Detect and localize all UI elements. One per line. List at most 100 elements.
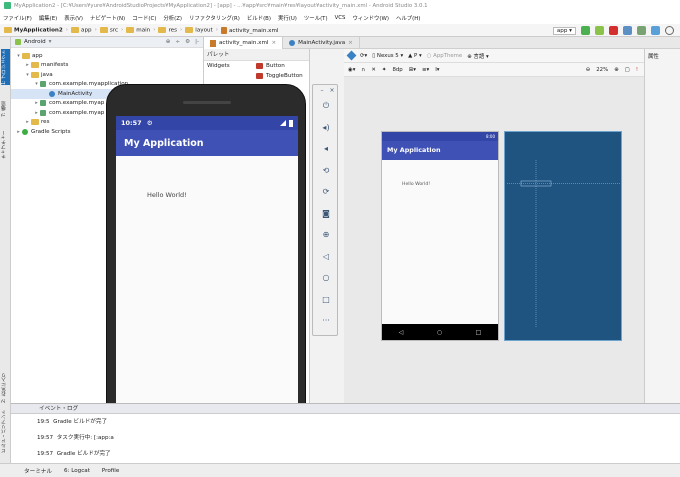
orientation-icon[interactable]: ⟳▾ — [360, 53, 367, 59]
folder-icon — [31, 62, 39, 69]
close-tab-icon[interactable]: × — [271, 40, 276, 46]
avd-manager-icon[interactable] — [637, 26, 646, 35]
chevron-right-icon[interactable]: ▸ — [24, 119, 31, 125]
menu-item[interactable]: ツール(T) — [304, 14, 328, 22]
tool-tab-structure[interactable]: 7: 構造 — [1, 95, 10, 117]
tree-item[interactable]: ▸ manifests — [11, 61, 203, 71]
debug-icon[interactable] — [595, 26, 604, 35]
breadcrumb-layout[interactable]: layout — [185, 26, 213, 33]
tree-item[interactable]: ▾ java — [11, 70, 203, 80]
breadcrumb-src[interactable]: src — [99, 26, 118, 33]
warnings-icon[interactable]: ! — [636, 67, 638, 73]
chevron-right-icon[interactable]: ▸ — [33, 110, 40, 116]
rotate-right-icon[interactable]: ⟳ — [320, 186, 332, 198]
theme-selector[interactable]: ○ AppTheme — [427, 53, 463, 59]
more-icon[interactable]: ··· — [320, 315, 332, 327]
eye-icon[interactable]: ◉▾ — [348, 67, 355, 73]
breadcrumb-file[interactable]: activity_main.xml — [221, 26, 278, 34]
run-icon[interactable] — [581, 26, 590, 35]
project-view-selector[interactable]: Android — [24, 39, 46, 45]
close-tab-icon[interactable]: × — [348, 40, 353, 46]
menu-item[interactable]: 編集(E) — [39, 14, 57, 22]
breadcrumb-main[interactable]: main — [126, 26, 150, 33]
chevron-down-icon[interactable]: ▾ — [33, 81, 40, 87]
editor-tab[interactable]: activity_main.xml × — [204, 37, 284, 49]
chevron-down-icon[interactable]: ▾ — [15, 53, 22, 59]
zoom-in-icon[interactable]: ⊕ — [614, 67, 619, 73]
zoom-fit-icon[interactable]: ▢ — [625, 67, 630, 73]
tool-tab-project[interactable]: 1: プロジェクト — [1, 49, 10, 85]
volume-up-icon[interactable]: ◂) — [320, 122, 332, 134]
sync-files-icon[interactable]: ⊕ — [166, 39, 171, 45]
close-icon[interactable]: × — [326, 85, 338, 97]
device-selector[interactable]: ▯ Nexus 5 ▾ — [372, 53, 403, 59]
tool-tab-captures[interactable]: キャプチャー — [1, 129, 10, 159]
emulator-screen[interactable]: 10:57 ⚙ My Application Hello World! — [116, 116, 298, 434]
autoconnect-icon[interactable]: ∩ — [361, 67, 365, 73]
menu-item[interactable]: 実行(U) — [278, 14, 297, 22]
margin-selector[interactable]: 8dp — [392, 67, 402, 73]
emulator-status-bar: 10:57 ⚙ — [116, 116, 298, 130]
volume-down-icon[interactable]: ◂ — [320, 143, 332, 155]
stop-icon[interactable] — [609, 26, 618, 35]
rotate-left-icon[interactable]: ⟲ — [320, 165, 332, 177]
chevron-down-icon[interactable]: ▾ — [49, 39, 52, 45]
menu-item[interactable]: VCS — [335, 15, 346, 21]
hide-panel-icon[interactable]: |- — [195, 39, 199, 45]
menu-item[interactable]: リファクタリング(R) — [189, 14, 240, 22]
language-selector[interactable]: ⊕ 言語 ▾ — [467, 52, 488, 60]
zoom-icon[interactable]: ⊕ — [320, 229, 332, 241]
tree-item[interactable]: ▾ app — [11, 51, 203, 61]
menu-item[interactable]: コード(C) — [132, 14, 156, 22]
logcat-tab[interactable]: 6: Logcat — [64, 468, 90, 474]
terminal-tab[interactable]: ターミナル — [24, 467, 52, 475]
align-icon[interactable]: ≡▾ — [422, 67, 429, 73]
power-icon[interactable]: ⏻ — [320, 100, 332, 112]
api-selector[interactable]: ▲ P ▾ — [408, 53, 422, 59]
menu-item[interactable]: ビルド(B) — [247, 14, 271, 22]
design-surface-icon[interactable] — [346, 50, 357, 61]
back-icon[interactable]: ◁ — [320, 251, 332, 263]
menu-item[interactable]: ファイル(F) — [3, 14, 32, 22]
gear-icon[interactable]: ⚙ — [185, 39, 190, 45]
preview-hello-text[interactable]: Hello World! — [402, 182, 430, 187]
design-preview[interactable]: 8:00 My Application Hello World! ◁ ○ □ — [381, 131, 499, 341]
clear-constraints-icon[interactable]: ✕ — [371, 67, 376, 73]
infer-constraints-icon[interactable]: ✦ — [382, 67, 387, 73]
pack-icon[interactable]: ⊞▾ — [409, 67, 416, 73]
chevron-right-icon[interactable]: ▸ — [24, 62, 31, 68]
menu-item[interactable]: ヘルプ(H) — [396, 14, 420, 22]
sync-icon[interactable] — [623, 26, 632, 35]
palette-category[interactable]: Widgets — [204, 61, 254, 71]
emulator-controls: – × ⏻ ◂) ◂ ⟲ ⟳ ◙ ⊕ ◁ ○ □ ··· — [312, 84, 338, 336]
editor-tab[interactable]: MainActivity.java × — [283, 37, 360, 49]
menu-item[interactable]: ナビゲート(N) — [90, 14, 125, 22]
breadcrumb-app[interactable]: app — [71, 26, 92, 33]
chevron-right-icon[interactable]: ▸ — [15, 129, 22, 135]
profiler-tab[interactable]: Profile — [102, 468, 119, 474]
menu-item[interactable]: ウィンドウ(W) — [352, 14, 389, 22]
tree-item-label: app — [32, 52, 43, 59]
breadcrumb-res[interactable]: res — [158, 26, 177, 33]
blueprint-view[interactable] — [504, 131, 622, 341]
tool-tab-build-variants[interactable]: ビルド・バリアント — [1, 410, 10, 453]
chevron-right-icon[interactable]: ▸ — [33, 100, 40, 106]
breadcrumb-project[interactable]: MyApplication2 — [4, 26, 63, 33]
tool-tab-favorites[interactable]: 2: お気に入り — [1, 367, 10, 403]
home-icon[interactable]: ○ — [320, 272, 332, 284]
search-icon[interactable] — [665, 26, 674, 35]
overview-icon[interactable]: □ — [320, 294, 332, 306]
android-studio-icon — [4, 2, 11, 9]
palette-item[interactable]: ToggleButton — [256, 71, 303, 81]
collapse-icon[interactable]: ÷ — [175, 39, 180, 45]
zoom-out-icon[interactable]: ⊖ — [586, 67, 591, 73]
camera-icon[interactable]: ◙ — [320, 208, 332, 220]
chevron-down-icon[interactable]: ▾ — [24, 72, 31, 78]
guidelines-icon[interactable]: I▾ — [435, 67, 439, 73]
menu-item[interactable]: 表示(V) — [64, 14, 83, 22]
run-config-selector[interactable]: app ▾ — [552, 26, 576, 35]
sdk-manager-icon[interactable] — [651, 26, 660, 35]
menu-item[interactable]: 分析(Z) — [163, 14, 182, 22]
palette-item[interactable]: Button — [256, 61, 303, 71]
tree-item-label: res — [41, 119, 50, 126]
